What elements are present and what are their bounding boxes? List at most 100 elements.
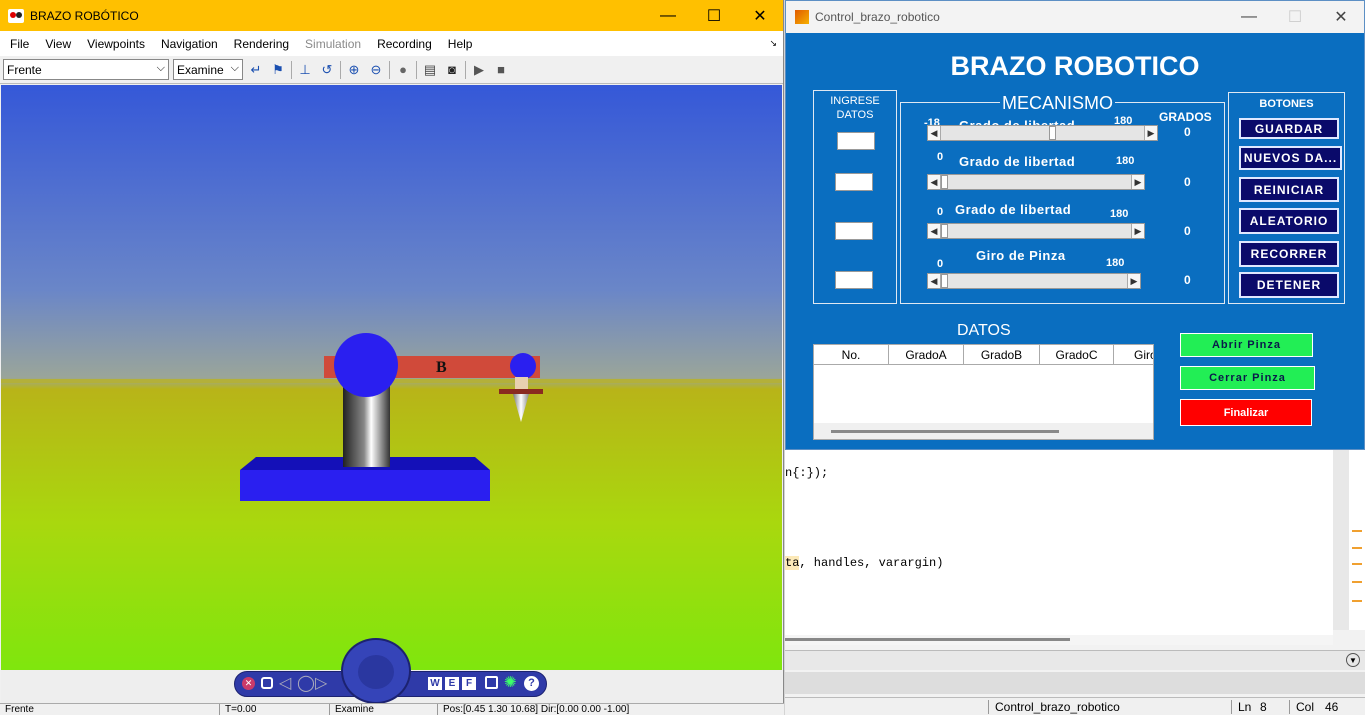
cerrar-pinza-button[interactable]: Cerrar Pinza <box>1180 366 1315 390</box>
reiniciar-button[interactable]: REINICIAR <box>1239 177 1339 202</box>
nav-fit-icon[interactable] <box>485 676 498 689</box>
table-header-no[interactable]: No. <box>814 345 889 365</box>
menu-navigation[interactable]: Navigation <box>153 37 226 51</box>
table-header-giro[interactable]: Giro <box>1114 345 1153 365</box>
menu-rendering[interactable]: Rendering <box>226 37 297 51</box>
zoom-out-icon[interactable]: ⊖ <box>367 61 385 79</box>
stop-icon[interactable]: ■ <box>492 61 510 79</box>
help-icon[interactable]: ? <box>524 676 539 691</box>
minimize-icon[interactable]: — <box>1226 2 1272 33</box>
input-giro-pinza[interactable] <box>835 271 873 289</box>
arrow-right-icon[interactable]: ▶ <box>1131 224 1144 238</box>
viewpoint-select[interactable]: Frente ⌵ <box>3 59 169 80</box>
table-header-gradoa[interactable]: GradoA <box>889 345 964 365</box>
input-grado-2[interactable] <box>835 173 873 191</box>
vertical-scrollbar[interactable] <box>1333 450 1349 630</box>
slider-4[interactable]: ◀ ▶ <box>927 273 1141 289</box>
horizontal-scrollbar[interactable] <box>785 635 1333 645</box>
status-file: Control_brazo_robotico <box>988 700 1120 714</box>
menu-view[interactable]: View <box>37 37 79 51</box>
text-view-icon[interactable]: ▤ <box>421 61 439 79</box>
close-nav-icon[interactable]: ✕ <box>242 677 255 690</box>
menu-file[interactable]: File <box>2 37 37 51</box>
warning-mark[interactable] <box>1352 581 1362 583</box>
flag-viewpoint-icon[interactable]: ⚑ <box>269 61 287 79</box>
code-analyzer-bar <box>1349 450 1365 630</box>
minimize-icon[interactable]: — <box>645 0 691 31</box>
menu-viewpoints[interactable]: Viewpoints <box>79 37 153 51</box>
table-header-gradob[interactable]: GradoB <box>964 345 1040 365</box>
arm-label: B <box>436 359 447 376</box>
slider-1-thumb[interactable] <box>1049 126 1056 140</box>
nav-key-e[interactable]: E <box>445 677 459 690</box>
guardar-button[interactable]: GUARDAR <box>1239 118 1339 139</box>
close-icon[interactable]: ✕ <box>737 0 783 31</box>
nav-headlight-icon[interactable]: ✺ <box>504 673 517 691</box>
arrow-right-icon[interactable]: ▶ <box>1131 175 1144 189</box>
recorrer-button[interactable]: RECORRER <box>1239 241 1339 267</box>
straighten-up-icon[interactable]: ⊥ <box>296 61 314 79</box>
maximize-icon[interactable]: ☐ <box>691 0 737 31</box>
input-grado-1[interactable] <box>837 132 875 150</box>
code-area[interactable]: n{:}); ta, handles, varargin) <box>785 450 1333 635</box>
warning-mark[interactable] <box>1352 530 1362 532</box>
abrir-pinza-button[interactable]: Abrir Pinza <box>1180 333 1313 357</box>
vr-scene-canvas[interactable]: B <box>1 85 782 670</box>
warning-mark[interactable] <box>1352 600 1362 602</box>
close-icon[interactable]: ✕ <box>1318 2 1364 33</box>
return-to-viewpoint-icon[interactable]: ↵ <box>247 61 265 79</box>
warning-mark[interactable] <box>1352 563 1362 565</box>
slider-3-thumb[interactable] <box>941 224 948 238</box>
play-icon[interactable]: ▶ <box>470 61 488 79</box>
navigation-mode-value: Examine <box>177 62 224 77</box>
status-col: 46 <box>1325 700 1339 714</box>
status-col-label: Col <box>1289 700 1314 714</box>
dock-arrow-icon[interactable]: ↘ <box>769 38 777 49</box>
matlab-editor: n{:}); ta, handles, varargin) ▼ Control_… <box>785 450 1365 715</box>
scroll-thumb[interactable] <box>785 638 1070 641</box>
chevron-down-icon[interactable]: ▼ <box>1346 653 1360 667</box>
toolbar-separator <box>340 60 341 79</box>
slider-4-thumb[interactable] <box>941 274 948 288</box>
nav-rotate-icon[interactable]: ◯ <box>297 673 315 693</box>
nav-right-icon[interactable]: ▷ <box>315 673 327 693</box>
arrow-left-icon[interactable]: ◀ <box>928 175 941 189</box>
arrow-right-icon[interactable]: ▶ <box>1144 126 1157 140</box>
arrow-left-icon[interactable]: ◀ <box>928 126 941 140</box>
command-window[interactable] <box>785 672 1365 694</box>
menu-recording[interactable]: Recording <box>369 37 440 51</box>
arrow-left-icon[interactable]: ◀ <box>928 224 941 238</box>
chevron-down-icon: ⌵ <box>156 62 165 74</box>
finalizar-button[interactable]: Finalizar <box>1180 399 1312 426</box>
record-icon[interactable]: ● <box>394 61 412 79</box>
nuevos-datos-button[interactable]: NUEVOS DA... <box>1239 146 1342 170</box>
nav-key-f[interactable]: F <box>462 677 476 690</box>
navigation-mode-select[interactable]: Examine ⌵ <box>173 59 243 80</box>
slider-2-thumb[interactable] <box>941 175 948 189</box>
table-header-gradoc[interactable]: GradoC <box>1040 345 1114 365</box>
slider-2-min: 0 <box>937 151 944 163</box>
camera-icon[interactable]: ◙ <box>443 61 461 79</box>
nav-wheel-center[interactable] <box>358 655 394 689</box>
warning-mark[interactable] <box>1352 547 1362 549</box>
arrow-right-icon[interactable]: ▶ <box>1127 274 1140 288</box>
slider-2[interactable]: ◀ ▶ <box>927 174 1145 190</box>
nav-left-icon[interactable]: ◁ <box>279 673 291 693</box>
scroll-thumb[interactable] <box>831 430 1059 433</box>
input-grado-3[interactable] <box>835 222 873 240</box>
menu-help[interactable]: Help <box>440 37 481 51</box>
nav-restore-icon[interactable] <box>261 677 273 689</box>
slider-1-value: 0 <box>1184 125 1191 139</box>
slider-3[interactable]: ◀ ▶ <box>927 223 1145 239</box>
mecanismo-label: MECANISMO <box>1000 93 1116 114</box>
code-line: n{:}); <box>785 466 829 480</box>
slider-1[interactable]: ◀ ▶ <box>927 125 1158 141</box>
nav-key-w[interactable]: W <box>428 677 442 690</box>
detener-button[interactable]: DETENER <box>1239 272 1339 298</box>
zoom-in-icon[interactable]: ⊕ <box>345 61 363 79</box>
table-horizontal-scrollbar[interactable] <box>814 423 1153 439</box>
datos-table[interactable]: No. GradoA GradoB GradoC Giro <box>813 344 1154 440</box>
undo-move-icon[interactable]: ↺ <box>318 61 336 79</box>
aleatorio-button[interactable]: ALEATORIO <box>1239 208 1339 234</box>
arrow-left-icon[interactable]: ◀ <box>928 274 941 288</box>
